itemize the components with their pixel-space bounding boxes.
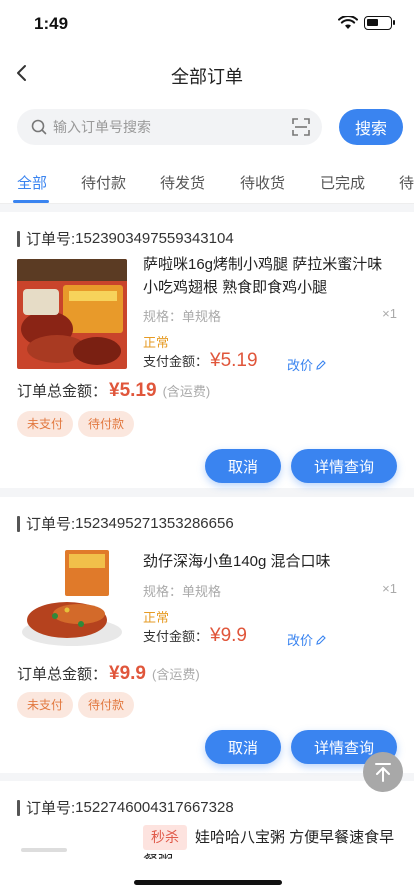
order-number-label: 订单号:: [26, 516, 76, 533]
product-spec: 规格：单规格: [143, 309, 222, 324]
status-icons: [338, 16, 395, 30]
order-number: 1522746004317667328: [75, 799, 234, 816]
payment-status-badge: 未支付: [17, 411, 74, 437]
battery-icon: [364, 16, 395, 30]
order-total-label: 订单总金额：: [17, 666, 108, 683]
pay-amount-label: 支付金额：: [143, 354, 209, 369]
pay-amount: ¥9.9: [210, 625, 247, 646]
search-box: [17, 109, 322, 145]
order-item-status: 正常: [143, 335, 170, 350]
active-tab-indicator: [13, 200, 49, 203]
order-number-label: 订单号:: [26, 800, 76, 817]
product-quantity: ×1: [382, 306, 397, 321]
product-image[interactable]: [17, 828, 127, 896]
order-total-row: 订单总金额： ¥5.19 (含运费): [17, 380, 210, 402]
product-title[interactable]: 劲仔深海小鱼140g 混合口味: [143, 550, 397, 573]
payment-status-badge: 未支付: [17, 692, 74, 718]
pay-amount-row: 支付金额： ¥9.9: [143, 625, 247, 647]
order-card: 订单号: 1522746004317667328 秒杀 娃哈哈八宝粥 方便早餐速食…: [0, 781, 414, 896]
modify-price-button[interactable]: 改价: [287, 630, 327, 649]
tab-pending-payment[interactable]: 待付款: [81, 172, 126, 193]
search-button[interactable]: 搜索: [339, 109, 403, 145]
order-header: 订单号: 1522746004317667328: [17, 797, 234, 818]
order-number-label: 订单号:: [26, 231, 76, 248]
search-area: 搜索: [0, 100, 414, 156]
order-marker: [17, 230, 20, 247]
pay-amount: ¥5.19: [210, 350, 258, 371]
product-image-small-fish: [17, 544, 127, 654]
pay-amount-label: 支付金额：: [143, 629, 209, 644]
order-marker: [17, 799, 20, 816]
product-image[interactable]: [17, 259, 127, 369]
edit-icon: [316, 634, 326, 645]
product-spec: 规格：单规格: [143, 584, 222, 599]
arrow-up-icon: [375, 763, 391, 782]
detail-query-button[interactable]: 详情查询: [291, 449, 397, 483]
order-card: 订单号: 1523903497559343104 萨啦咪16g烤制小鸡腿 萨拉米…: [0, 212, 414, 488]
back-to-top-button[interactable]: [363, 752, 403, 792]
scan-icon[interactable]: [292, 118, 310, 136]
modify-price-label: 改价: [287, 358, 314, 373]
wifi-icon: [338, 16, 358, 29]
edit-icon: [316, 359, 326, 370]
product-image-chicken-legs: [17, 259, 127, 369]
modify-price-button[interactable]: 改价: [287, 355, 327, 374]
cancel-button[interactable]: 取消: [205, 730, 281, 764]
pay-amount-row: 支付金额： ¥5.19: [143, 350, 258, 372]
shipping-note: (含运费): [162, 384, 211, 399]
order-marker: [17, 515, 20, 532]
status-bar: 1:49: [0, 0, 414, 48]
tab-more[interactable]: 待: [399, 172, 414, 193]
shipping-note: (含运费): [152, 667, 200, 682]
product-title[interactable]: 萨啦咪16g烤制小鸡腿 萨拉米蜜汁味小吃鸡翅根 熟食即食鸡小腿: [143, 253, 397, 299]
order-card: 订单号: 1523495271353286656 劲仔深海小鱼140g 混合口味…: [0, 497, 414, 773]
order-total-label: 订单总金额：: [17, 383, 108, 400]
order-tabs: 全部 待付款 待发货 待收货 已完成 待: [0, 156, 414, 204]
order-header: 订单号: 1523495271353286656: [17, 513, 234, 534]
order-total-amount: ¥9.9: [109, 663, 146, 684]
order-total-row: 订单总金额： ¥9.9 (含运费): [17, 663, 200, 685]
modify-price-label: 改价: [287, 633, 314, 648]
product-image-congee: [17, 828, 127, 896]
flash-sale-badge: 秒杀: [143, 825, 187, 850]
order-status-badge: 待付款: [78, 411, 135, 437]
product-title-row[interactable]: 秒杀娃哈哈八宝粥 方便早餐速食早餐粥…: [143, 825, 397, 859]
page-title: 全部订单: [171, 67, 243, 87]
home-indicator: [134, 880, 282, 885]
order-total-amount: ¥5.19: [109, 380, 157, 401]
tab-pending-receipt[interactable]: 待收货: [240, 172, 285, 193]
tab-completed[interactable]: 已完成: [320, 172, 365, 193]
order-number: 1523903497559343104: [75, 230, 234, 247]
order-number: 1523495271353286656: [75, 515, 234, 532]
status-time: 1:49: [34, 14, 69, 33]
search-input[interactable]: [53, 109, 273, 145]
nav-bar: 全部订单: [0, 48, 414, 100]
order-item-status: 正常: [143, 610, 170, 625]
cancel-button[interactable]: 取消: [205, 449, 281, 483]
search-icon: [31, 119, 47, 135]
tab-pending-shipment[interactable]: 待发货: [160, 172, 205, 193]
product-image[interactable]: [17, 544, 127, 654]
tab-all[interactable]: 全部: [17, 172, 47, 193]
order-header: 订单号: 1523903497559343104: [17, 228, 234, 249]
order-status-badge: 待付款: [78, 692, 135, 718]
product-quantity: ×1: [382, 581, 397, 596]
